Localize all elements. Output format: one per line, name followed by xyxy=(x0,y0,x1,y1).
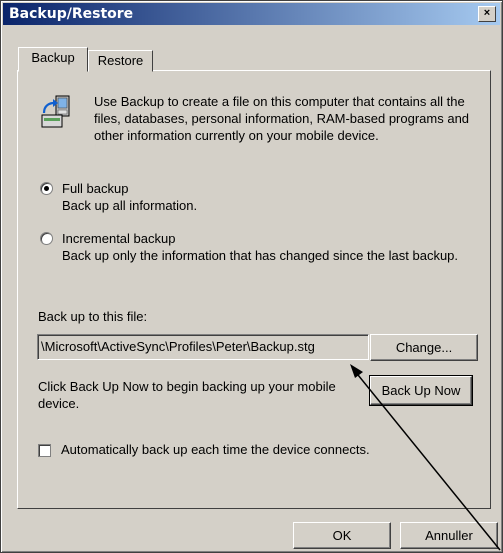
backup-description: Use Backup to create a file on this comp… xyxy=(94,94,470,143)
file-label: Back up to this file: xyxy=(38,309,148,324)
backup-hint: Click Back Up Now to begin backing up yo… xyxy=(38,379,336,411)
auto-backup-checkbox[interactable] xyxy=(38,444,51,457)
title-bar: Backup/Restore × xyxy=(3,3,500,25)
incremental-backup-description: Back up only the information that has ch… xyxy=(62,248,459,263)
activesync-backup-icon xyxy=(41,95,70,128)
tab-backup[interactable]: Backup xyxy=(18,47,88,72)
back-up-now-button[interactable]: Back Up Now xyxy=(369,375,473,406)
radio-selected-dot xyxy=(44,186,49,191)
cancel-button[interactable]: Annuller xyxy=(400,522,498,549)
window-title: Backup/Restore xyxy=(9,6,134,22)
close-button[interactable]: × xyxy=(478,6,496,22)
incremental-backup-label[interactable]: Incremental backup xyxy=(62,230,175,247)
full-backup-label[interactable]: Full backup xyxy=(62,180,128,197)
tab-restore[interactable]: Restore xyxy=(88,50,153,72)
auto-backup-label[interactable]: Automatically back up each time the devi… xyxy=(61,441,370,458)
change-button[interactable]: Change... xyxy=(370,334,478,361)
full-backup-description: Back up all information. xyxy=(62,198,198,213)
backup-file-path-field[interactable]: \Microsoft\ActiveSync\Profiles\Peter\Bac… xyxy=(37,334,369,360)
full-backup-radio[interactable] xyxy=(40,182,53,195)
ok-button[interactable]: OK xyxy=(293,522,391,549)
incremental-backup-radio[interactable] xyxy=(40,232,53,245)
